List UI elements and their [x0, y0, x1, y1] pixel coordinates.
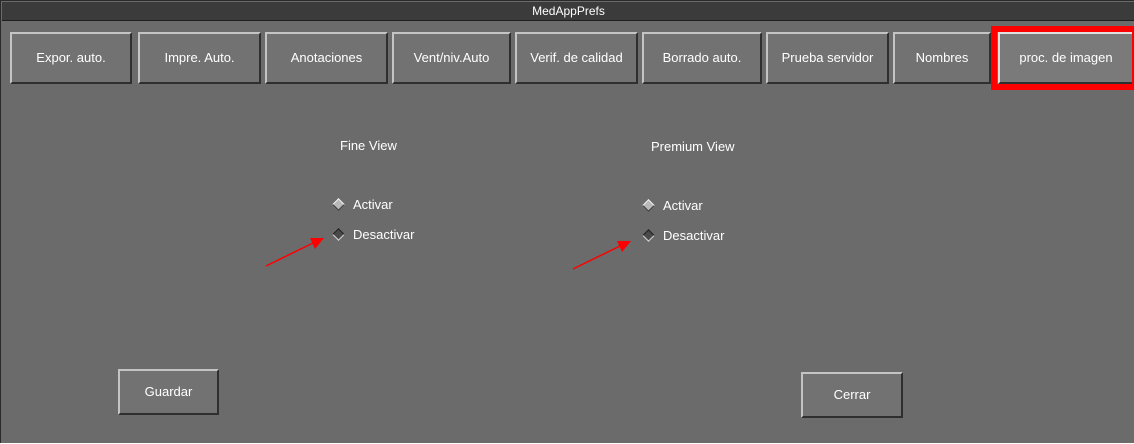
radio-diamond-icon — [332, 198, 345, 211]
tab-expor-auto[interactable]: Expor. auto. — [10, 32, 132, 84]
tab-borrado-auto[interactable]: Borrado auto. — [642, 32, 762, 84]
premium-view-desactivar-radio[interactable]: Desactivar — [642, 228, 724, 243]
fine-view-desactivar-radio[interactable]: Desactivar — [332, 227, 414, 242]
tab-proc-de-imagen[interactable]: proc. de imagen — [998, 32, 1134, 84]
med-app-prefs-window: MedAppPrefs Expor. auto. Impre. Auto. An… — [0, 0, 1134, 443]
premium-view-desactivar-label: Desactivar — [663, 228, 725, 243]
fine-view-activar-label: Activar — [353, 197, 393, 212]
save-button[interactable]: Guardar — [118, 369, 219, 415]
tab-vent-niv-auto[interactable]: Vent/niv.Auto — [392, 32, 511, 84]
radio-diamond-selected-icon — [332, 228, 345, 241]
arrow-premium-view-icon — [572, 241, 631, 270]
premium-view-title: Premium View — [651, 139, 735, 154]
close-button[interactable]: Cerrar — [801, 372, 903, 418]
fine-view-activar-radio[interactable]: Activar — [332, 197, 393, 212]
tab-anotaciones[interactable]: Anotaciones — [265, 32, 388, 84]
radio-diamond-selected-icon — [642, 229, 655, 242]
tab-verif-calidad[interactable]: Verif. de calidad — [515, 32, 638, 84]
fine-view-title: Fine View — [340, 138, 397, 153]
tab-impre-auto[interactable]: Impre. Auto. — [138, 32, 261, 84]
premium-view-activar-radio[interactable]: Activar — [642, 198, 703, 213]
fine-view-desactivar-label: Desactivar — [353, 227, 415, 242]
radio-diamond-icon — [642, 199, 655, 212]
tab-prueba-servidor[interactable]: Prueba servidor — [766, 32, 889, 84]
arrow-fine-view-icon — [265, 238, 324, 267]
window-title: MedAppPrefs — [2, 2, 1134, 21]
premium-view-activar-label: Activar — [663, 198, 703, 213]
tab-nombres[interactable]: Nombres — [893, 32, 991, 84]
